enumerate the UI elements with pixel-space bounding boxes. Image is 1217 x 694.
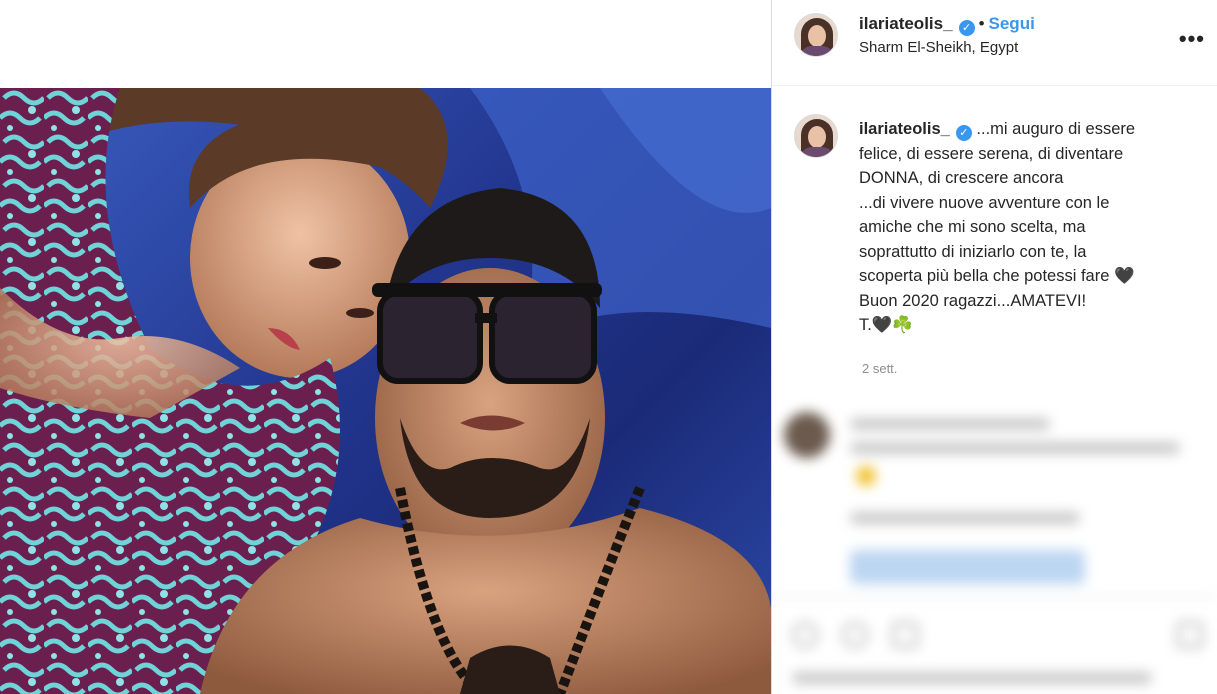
post-timestamp[interactable]: 2 sett. — [862, 361, 897, 376]
caption-line: scoperta più bella che potessi fare 🖤 — [859, 267, 1135, 285]
blurred-comments-area — [772, 400, 1217, 694]
blurred-line — [850, 512, 1080, 524]
blurred-button — [850, 550, 1085, 584]
header-title-row: ilariateolis_ ✓ • Segui — [859, 14, 1035, 36]
caption-section: ilariateolis_ ✓ ...mi auguro di essere fe… — [772, 87, 1217, 397]
blurred-save-icon — [1177, 622, 1203, 648]
caption-line: ...mi auguro di essere — [976, 120, 1136, 138]
caption-line: amiche che mi sono scelta, ma — [859, 218, 1086, 236]
caption-line: T.🖤☘️ — [859, 316, 913, 334]
blurred-avatar — [784, 412, 830, 458]
blurred-divider — [772, 596, 1217, 597]
caption-line: Buon 2020 ragazzi...AMATEVI! — [859, 291, 1087, 310]
follow-button[interactable]: Segui — [989, 14, 1035, 33]
avatar[interactable] — [794, 13, 838, 57]
verified-badge-icon: ✓ — [955, 125, 972, 141]
caption-text: ilariateolis_ ✓ ...mi auguro di essere fe… — [859, 117, 1199, 338]
verified-badge-icon: ✓ — [958, 20, 975, 36]
post-header: ilariateolis_ ✓ • Segui Sharm El-Sheikh, Eg… — [772, 0, 1217, 86]
caption-line: DONNA, di crescere ancora — [859, 169, 1064, 187]
caption-avatar[interactable] — [794, 114, 838, 158]
photo-illustration — [0, 88, 771, 694]
blurred-like-icon — [792, 622, 818, 648]
caption-line: felice, di essere serena, di diventare — [859, 144, 1124, 163]
post-photo[interactable] — [0, 88, 771, 694]
blurred-line — [792, 672, 1152, 684]
caption-line: soprattutto di iniziarlo con te, la — [859, 242, 1087, 261]
blurred-line — [850, 418, 1050, 430]
blurred-share-icon — [892, 622, 918, 648]
blurred-emoji — [856, 466, 876, 486]
caption-username[interactable]: ilariateolis_ — [859, 120, 950, 138]
blurred-comment-icon — [842, 622, 868, 648]
more-options-icon[interactable]: ••• — [1179, 26, 1205, 52]
post-side-panel: ilariateolis_ ✓ • Segui Sharm El-Sheikh, Eg… — [772, 0, 1217, 694]
post-media-area — [0, 0, 771, 694]
username-link[interactable]: ilariateolis_ — [859, 14, 953, 33]
blurred-line — [850, 442, 1180, 454]
separator-dot: • — [978, 14, 985, 33]
location-link[interactable]: Sharm El-Sheikh, Egypt — [859, 39, 1018, 56]
caption-line: ...di vivere nuove avventure con le — [859, 193, 1110, 212]
